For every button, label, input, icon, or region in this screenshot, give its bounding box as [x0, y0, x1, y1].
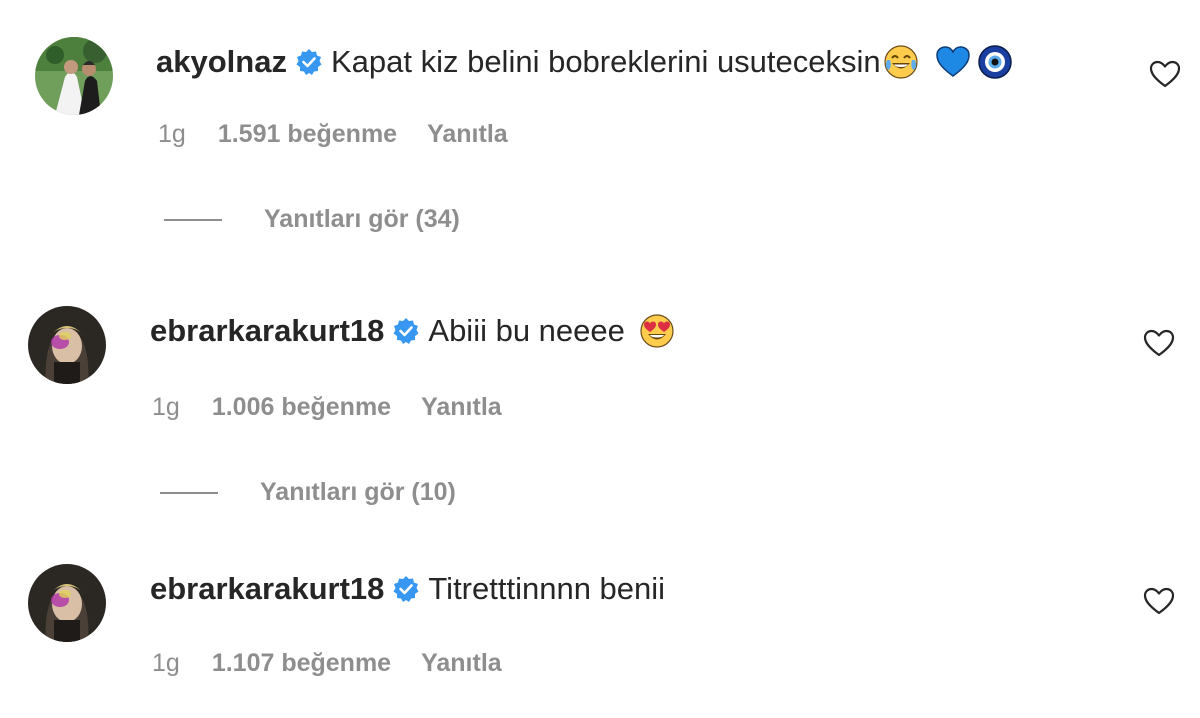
comment-timestamp: 1g [152, 649, 180, 677]
avatar[interactable] [28, 564, 106, 642]
comment-item: ebrarkarakurt18 Titretttinnnn benii 1g 1… [0, 0, 1200, 718]
comment-text: Titretttinnnn benii [428, 571, 666, 606]
comment-likes-count[interactable]: 1.107 beğenme [212, 649, 391, 678]
heart-outline-icon[interactable] [1142, 584, 1176, 618]
comment-username[interactable]: ebrarkarakurt18 [150, 569, 384, 609]
reply-button[interactable]: Yanıtla [421, 649, 502, 678]
verified-badge-icon [392, 575, 420, 603]
